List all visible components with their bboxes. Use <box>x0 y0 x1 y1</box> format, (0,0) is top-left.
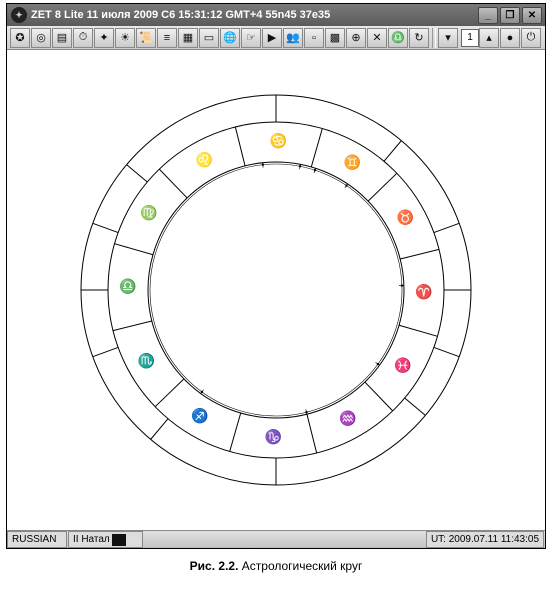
atlas-icon[interactable]: ⊕ <box>346 28 366 48</box>
scroll-icon[interactable]: 📜 <box>136 28 156 48</box>
app-icon: ✦ <box>11 7 27 23</box>
zodiac-glyph-aries: ♈ <box>415 283 432 300</box>
chart-number-up[interactable]: ▴ <box>479 28 499 48</box>
caption-number: Рис. 2.2. <box>190 559 239 573</box>
figure-caption: Рис. 2.2. Астрологический круг <box>0 559 552 573</box>
zodiac-glyph-libra: ♎ <box>119 278 136 295</box>
target-icon[interactable]: ◎ <box>31 28 51 48</box>
close-button[interactable]: ✕ <box>522 7 542 24</box>
zodiac-glyph-pisces: ♓ <box>394 357 411 374</box>
web-icon[interactable]: 🌐 <box>220 28 240 48</box>
caption-text: Астрологический круг <box>242 559 363 573</box>
sun-icon[interactable]: ☀ <box>115 28 135 48</box>
status-natal[interactable]: II Натал <box>68 531 143 548</box>
toolbar: ✪◎▤⏱✦☀📜≡▦▭🌐☞▶👥▫▩⊕✕♎↻ ▾1▴●⏻ <box>7 26 545 50</box>
status-spacer <box>144 531 426 548</box>
chart-number-button[interactable]: ▾ <box>438 28 458 48</box>
zodiac-glyph-aquarius: ♒ <box>339 410 356 427</box>
maximize-button[interactable]: ❐ <box>500 7 520 24</box>
map-icon[interactable]: ▩ <box>325 28 345 48</box>
color-swatch <box>112 534 126 546</box>
zodiac-glyph-gemini: ♊ <box>344 154 361 171</box>
zodiac-glyph-scorpio: ♏ <box>138 352 155 369</box>
marker-icon[interactable]: ● <box>500 28 520 48</box>
libra-icon[interactable]: ♎ <box>388 28 408 48</box>
zodiac-glyph-cancer: ♋ <box>270 133 287 150</box>
hand-icon[interactable]: ☞ <box>241 28 261 48</box>
window-title: ZET 8 Lite 11 июля 2009 С6 15:31:12 GMT+… <box>31 9 478 21</box>
title-bar[interactable]: ✦ ZET 8 Lite 11 июля 2009 С6 15:31:12 GM… <box>7 4 545 26</box>
zodiac-glyph-capricorn: ♑ <box>265 429 282 446</box>
power-icon[interactable]: ⏻ <box>521 28 541 48</box>
zodiac-glyph-sagittarius: ♐ <box>191 408 208 425</box>
page-icon[interactable]: ▫ <box>304 28 324 48</box>
status-ut: UT: 2009.07.11 11:43:05 <box>426 531 544 548</box>
grid-icon[interactable]: ▦ <box>178 28 198 48</box>
people-icon[interactable]: 👥 <box>283 28 303 48</box>
form-icon[interactable]: ▭ <box>199 28 219 48</box>
chart-number-box[interactable]: 1 <box>461 29 479 47</box>
list-icon[interactable]: ≡ <box>157 28 177 48</box>
status-bar: RUSSIAN II Натал UT: 2009.07.11 11:43:05 <box>7 530 545 548</box>
application-window: ✦ ZET 8 Lite 11 июля 2009 С6 15:31:12 GM… <box>6 3 546 549</box>
status-language[interactable]: RUSSIAN <box>7 531 67 548</box>
zodiac-wheel: ♈ ♉ ♊ ♋ ♌ ♍ ♎ ♏ ♐ ♑ ♒ ♓ <box>66 80 486 500</box>
globe-icon[interactable]: ✪ <box>10 28 30 48</box>
step-icon[interactable]: ▶ <box>262 28 282 48</box>
status-natal-label: II Натал <box>73 534 110 545</box>
zodiac-glyph-leo: ♌ <box>196 151 213 168</box>
toolbar-separator <box>432 28 436 48</box>
search-icon[interactable]: ✦ <box>94 28 114 48</box>
clock-icon[interactable]: ⏱ <box>73 28 93 48</box>
doc-icon[interactable]: ▤ <box>52 28 72 48</box>
chart-canvas[interactable]: ♈ ♉ ♊ ♋ ♌ ♍ ♎ ♏ ♐ ♑ ♒ ♓ <box>7 50 545 530</box>
tools-icon[interactable]: ✕ <box>367 28 387 48</box>
zodiac-glyph-virgo: ♍ <box>140 204 157 221</box>
zodiac-glyph-taurus: ♉ <box>397 209 414 226</box>
refresh-icon[interactable]: ↻ <box>409 28 429 48</box>
minimize-button[interactable]: _ <box>478 7 498 24</box>
